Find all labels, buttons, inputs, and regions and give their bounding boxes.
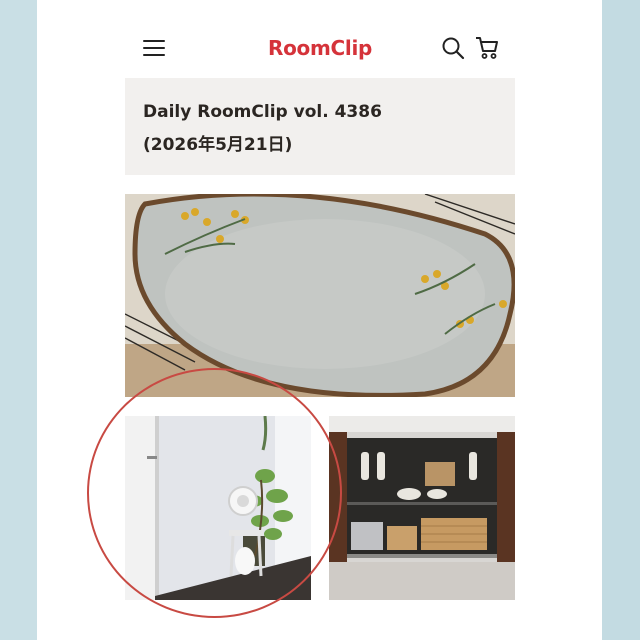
kitchen-cabinet-photo[interactable] [329,416,515,600]
roomclip-logo[interactable]: RoomClip [268,33,372,63]
mimosa-plate-photo[interactable] [125,194,515,397]
search-icon[interactable] [440,35,466,61]
article-date: (2026年5月21日) [143,135,293,155]
room-plant-fan-photo[interactable] [125,416,311,600]
article-title-box: Daily RoomClip vol. 4386 (2026年5月21日) [125,78,515,175]
right-background [602,0,640,640]
article-title: Daily RoomClip vol. 4386 [143,102,382,122]
shopping-cart-icon[interactable] [474,35,500,61]
hamburger-menu-icon[interactable] [143,40,165,56]
